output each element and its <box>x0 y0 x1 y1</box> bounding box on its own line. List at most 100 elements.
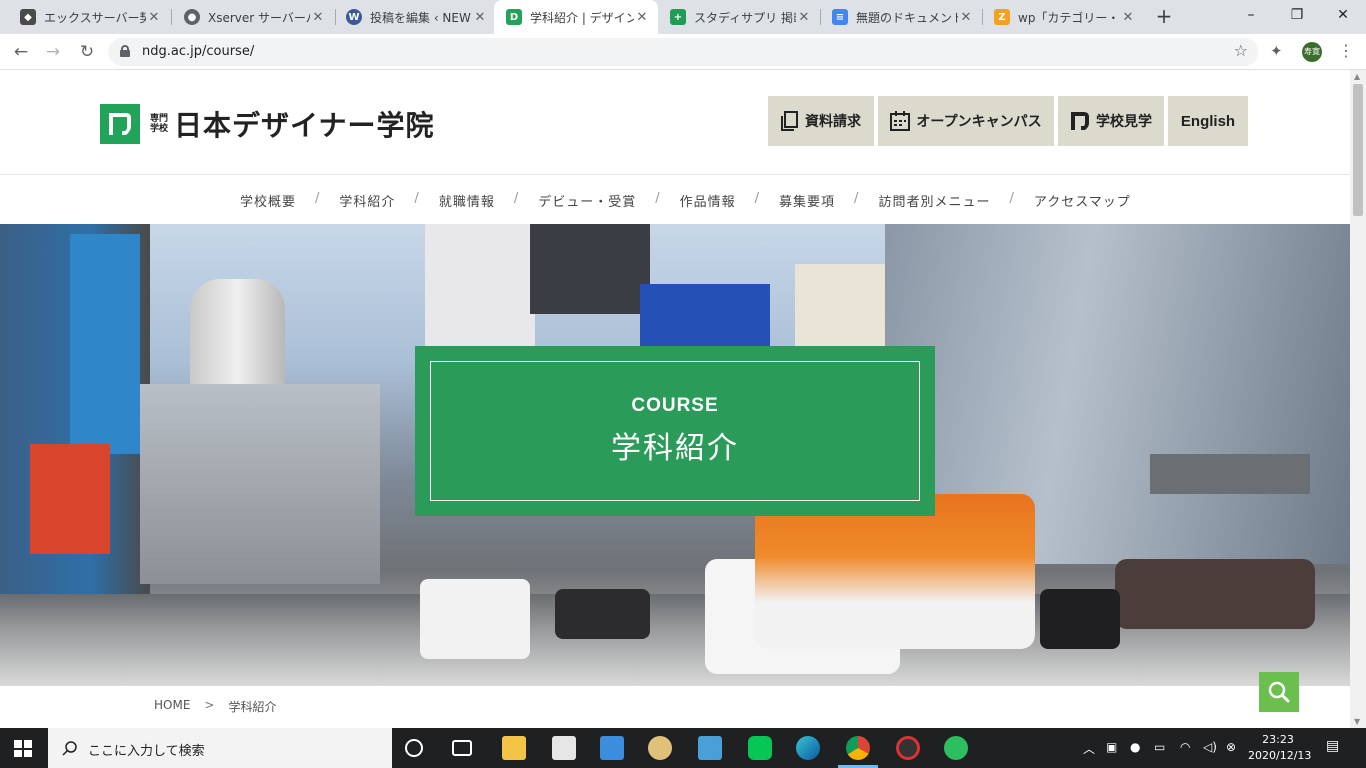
hero-title-box: COURSE 学科紹介 <box>415 346 935 516</box>
nav-item-access-map[interactable]: アクセスマップ <box>1034 191 1131 210</box>
close-window-button[interactable]: ✕ <box>1320 0 1366 30</box>
bookmark-star-icon[interactable]: ☆ <box>1234 41 1248 60</box>
clock-date: 2020/12/13 <box>1248 749 1312 762</box>
nav-item-debut-awards[interactable]: デビュー・受賞 <box>538 191 636 210</box>
store-icon[interactable] <box>552 736 576 760</box>
nav-separator: / <box>513 191 520 206</box>
nav-separator: / <box>1009 191 1015 206</box>
browser-tab[interactable]: ≡ 無題のドキュメント - ✕ <box>820 0 982 34</box>
browser-tab[interactable]: + スタディサプリ 掲載 ✕ <box>658 0 820 34</box>
close-tab-icon[interactable]: ✕ <box>146 10 162 25</box>
notification-center-icon[interactable]: ▤ <box>1326 738 1339 754</box>
new-tab-button[interactable]: + <box>1152 5 1176 29</box>
chrome-menu-icon[interactable]: ⋮ <box>1338 41 1354 60</box>
close-tab-icon[interactable]: ✕ <box>472 10 488 25</box>
browser-tab[interactable]: ● Xserver サーバーパネル ✕ <box>172 0 334 34</box>
browser-tab-active[interactable]: D 学科紹介 | デザイン ✕ <box>494 0 658 34</box>
site-logo[interactable]: 専門学校 日本デザイナー学院 <box>100 104 434 144</box>
url-text[interactable]: ndg.ac.jp/course/ <box>142 44 254 59</box>
file-explorer-icon[interactable] <box>502 736 526 760</box>
close-tab-icon[interactable]: ✕ <box>310 10 326 25</box>
mail-icon[interactable] <box>600 736 624 760</box>
close-tab-icon[interactable]: ✕ <box>634 10 650 25</box>
tab-title: エックスサーバー契約中 <box>44 10 146 25</box>
battery-icon[interactable]: ▭ <box>1154 740 1165 754</box>
control-panel-icon[interactable] <box>698 736 722 760</box>
nav-item-visitor-menu[interactable]: 訪問者別メニュー <box>878 191 990 210</box>
tab-title: 学科紹介 | デザイン <box>530 10 634 25</box>
nav-item-about[interactable]: 学校概要 <box>240 191 296 210</box>
scrollbar-thumb[interactable] <box>1353 84 1363 216</box>
wordpress-favicon-icon: W <box>346 9 362 25</box>
windows-taskbar: ここに入力して検索 ︿ ▣ ● ▭ ◠ ◁) ⊗ 23:23 2020/12/1… <box>0 728 1366 768</box>
browser-tab-strip: ◆ エックスサーバー契約中 ✕ ● Xserver サーバーパネル ✕ W 投稿… <box>0 0 1366 34</box>
minimize-button[interactable]: – <box>1228 0 1274 30</box>
tray-evernote-icon[interactable]: ● <box>1130 740 1140 754</box>
nav-list: 学校概要 / 学科紹介 / 就職情報 / デビュー・受賞 / 作品情報 / 募集… <box>240 191 1131 210</box>
taskbar-search-box[interactable]: ここに入力して検索 <box>48 728 392 768</box>
close-tab-icon[interactable]: ✕ <box>1120 10 1136 25</box>
forward-button[interactable]: → <box>40 40 66 64</box>
task-view-icon[interactable] <box>452 740 472 756</box>
hero-title-jp: 学科紹介 <box>611 431 739 466</box>
nav-separator: / <box>655 191 661 206</box>
tray-app-icon[interactable]: ▣ <box>1106 740 1117 754</box>
logo-name: 日本デザイナー学院 <box>174 109 435 142</box>
volume-icon[interactable]: ◁) <box>1203 740 1217 754</box>
xserver-favicon-icon: ◆ <box>20 9 36 25</box>
nav-item-works[interactable]: 作品情報 <box>680 191 736 210</box>
taskbar-search-placeholder: ここに入力して検索 <box>88 744 205 759</box>
cortana-icon[interactable] <box>405 739 423 757</box>
scroll-down-arrow-icon[interactable]: ▼ <box>1354 717 1360 726</box>
browser-tab[interactable]: Z wp「カテゴリー・タグを ✕ <box>982 0 1144 34</box>
address-bar[interactable]: ndg.ac.jp/course/ ☆ <box>108 38 1258 66</box>
system-clock[interactable]: 23:23 2020/12/13 <box>1248 732 1312 764</box>
nav-separator: / <box>854 191 860 206</box>
close-tab-icon[interactable]: ✕ <box>958 10 974 25</box>
close-tab-icon[interactable]: ✕ <box>796 10 812 25</box>
browser-tab[interactable]: ◆ エックスサーバー契約中 ✕ <box>8 0 170 34</box>
request-brochure-button[interactable]: 資料請求 <box>768 96 874 146</box>
button-label: 学校見学 <box>1096 114 1152 130</box>
nav-item-course[interactable]: 学科紹介 <box>339 191 395 210</box>
english-button[interactable]: English <box>1168 96 1248 146</box>
chrome-icon[interactable] <box>846 736 870 760</box>
extensions-puzzle-icon[interactable]: ✦ <box>1270 42 1283 60</box>
nav-item-career[interactable]: 就職情報 <box>439 191 495 210</box>
browser-toolbar: ← → ↻ ndg.ac.jp/course/ ☆ ✦ 寿寛 ⋮ <box>0 34 1366 70</box>
back-button[interactable]: ← <box>8 40 34 64</box>
nav-item-admissions[interactable]: 募集要項 <box>779 191 835 210</box>
paint-icon[interactable] <box>648 736 672 760</box>
mute-status-icon[interactable]: ⊗ <box>1226 740 1236 754</box>
profile-avatar[interactable]: 寿寛 <box>1302 42 1322 62</box>
site-search-button[interactable] <box>1259 672 1299 712</box>
scroll-up-arrow-icon[interactable]: ▲ <box>1354 72 1360 81</box>
zenn-favicon-icon: Z <box>994 9 1010 25</box>
maximize-button[interactable]: ❐ <box>1274 0 1320 30</box>
record-app-icon[interactable] <box>896 736 920 760</box>
line-app-icon[interactable] <box>748 736 772 760</box>
globe-favicon-icon: ● <box>184 9 200 25</box>
breadcrumb-current: 学科紹介 <box>228 700 277 714</box>
calendar-icon <box>890 111 911 131</box>
tray-chevron-icon[interactable]: ︿ <box>1083 740 1095 757</box>
reload-button[interactable]: ↻ <box>74 40 100 64</box>
tab-title: スタディサプリ 掲載 <box>694 10 796 25</box>
nav-separator: / <box>754 191 761 206</box>
edge-icon[interactable] <box>796 736 820 760</box>
browser-tab[interactable]: W 投稿を編集 ‹ NEW ✕ <box>334 0 496 34</box>
windows-start-icon[interactable] <box>14 740 32 757</box>
sheets-favicon-icon: + <box>670 9 686 25</box>
page-scrollbar[interactable]: ▲ ▼ <box>1350 70 1366 728</box>
nav-separator: / <box>315 191 321 206</box>
breadcrumb-home[interactable]: HOME <box>154 698 190 715</box>
evernote-icon[interactable] <box>944 736 968 760</box>
hero-title-frame: COURSE 学科紹介 <box>430 361 920 501</box>
button-label: English <box>1180 112 1236 130</box>
web-page: 専門学校 日本デザイナー学院 資料請求 オープンキャンパス 学校見学 Engli… <box>0 70 1350 728</box>
hero-banner: COURSE 学科紹介 <box>0 224 1350 686</box>
wifi-icon[interactable]: ◠ <box>1180 740 1190 754</box>
docs-favicon-icon: ≡ <box>832 9 848 25</box>
campus-visit-button[interactable]: 学校見学 <box>1058 96 1164 146</box>
open-campus-button[interactable]: オープンキャンパス <box>878 96 1054 146</box>
